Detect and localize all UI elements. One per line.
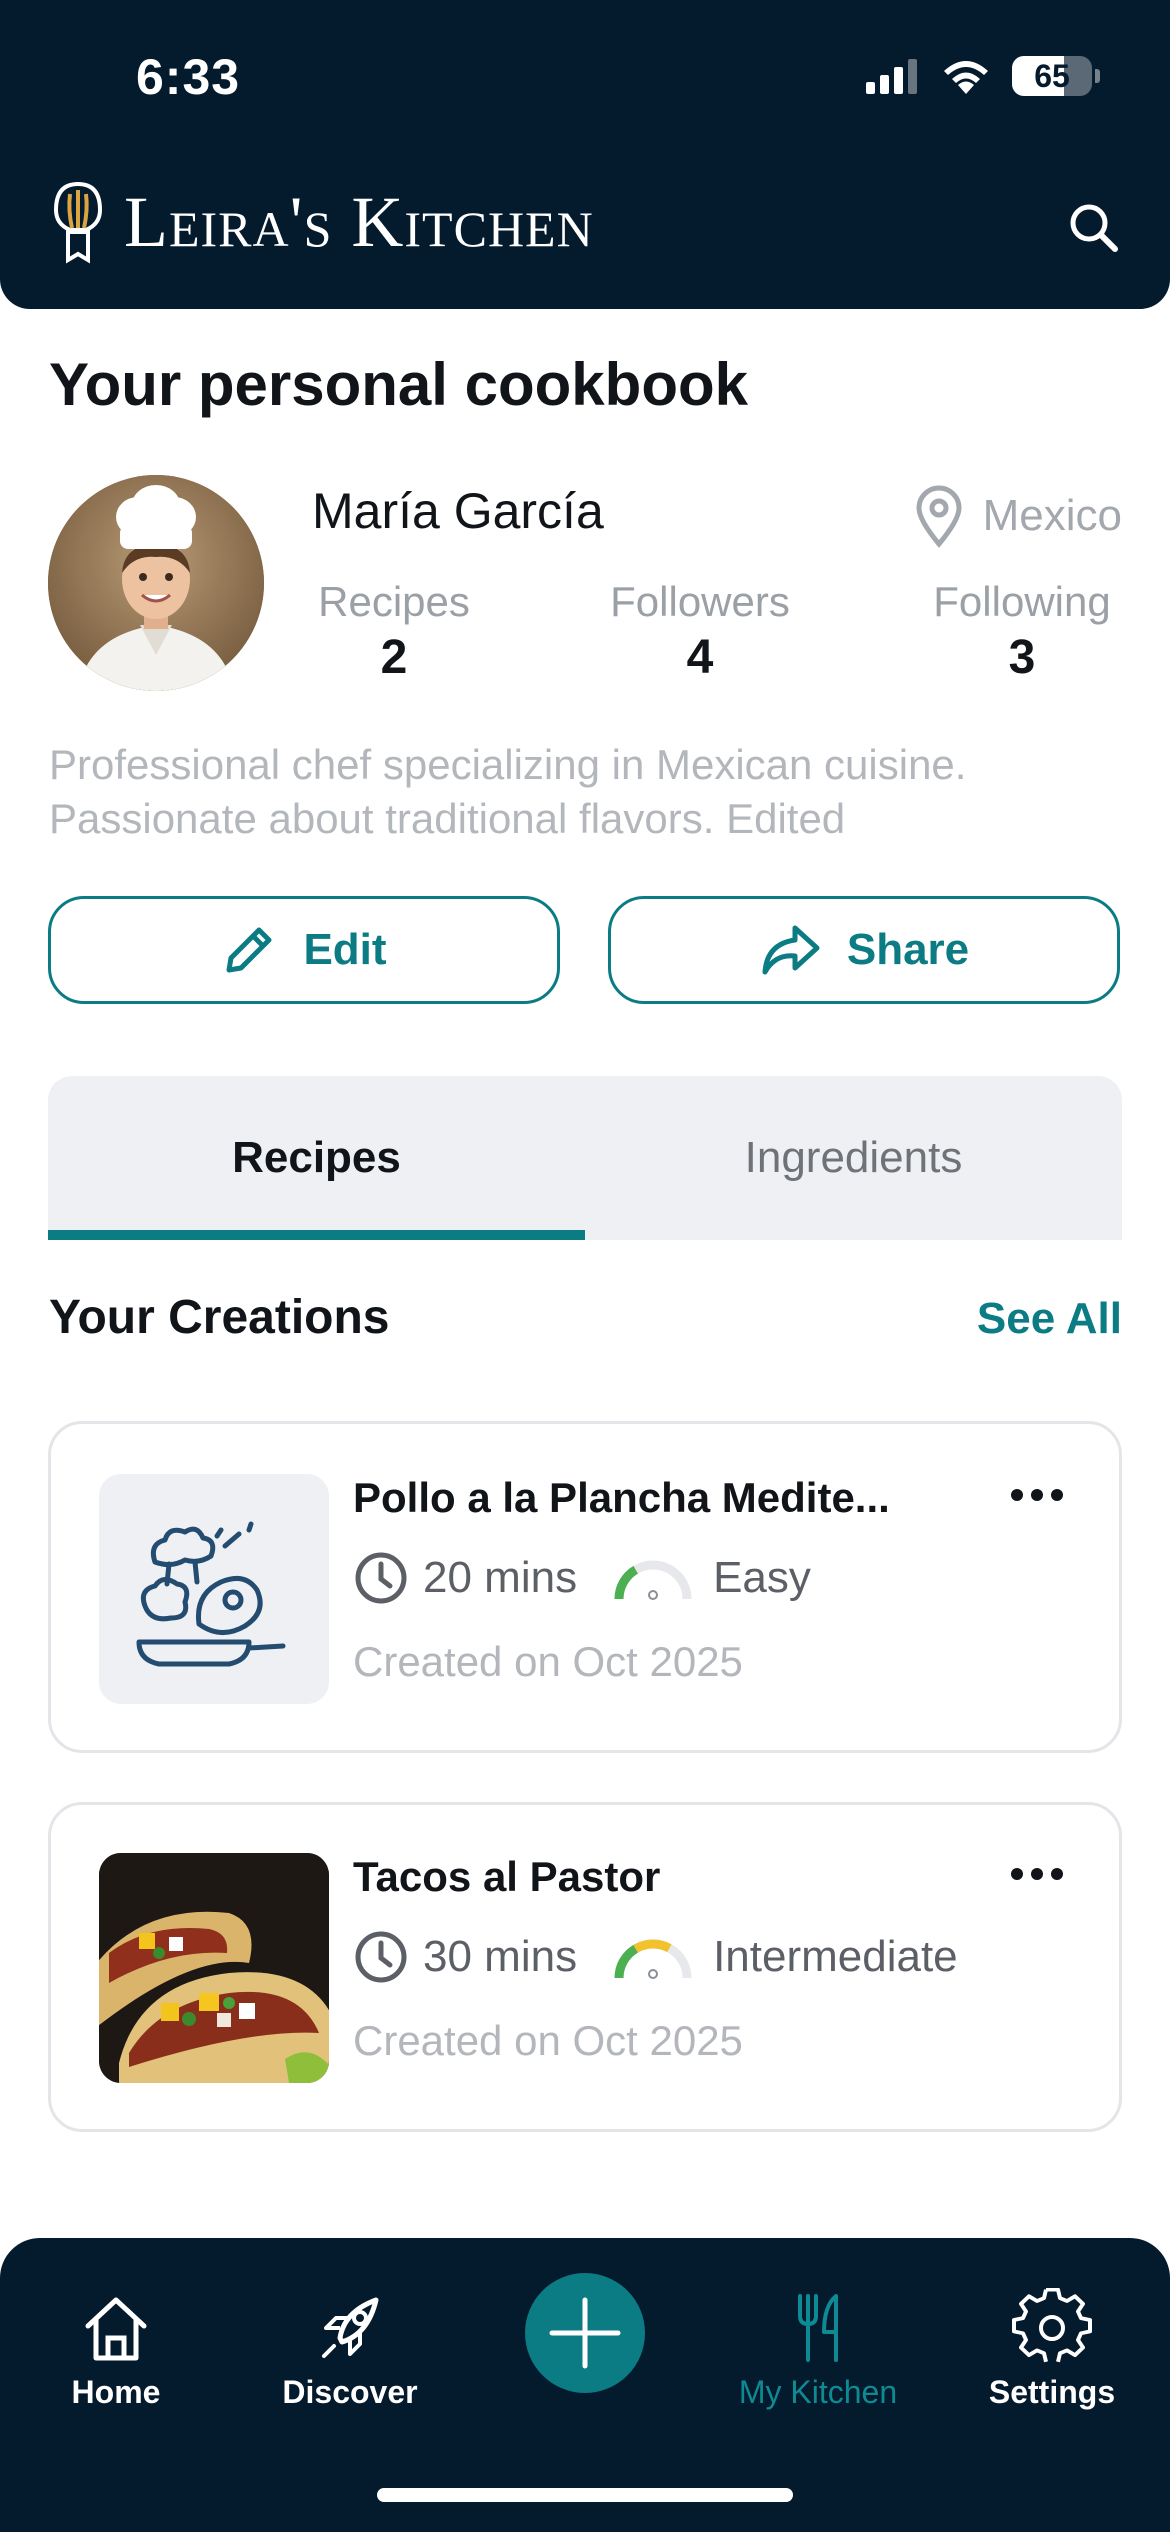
clock-icon: [355, 1931, 407, 1983]
nav-label: Home: [71, 2374, 161, 2410]
cooking-placeholder-icon: [136, 1521, 286, 1667]
stat-label: Recipes: [318, 578, 470, 625]
location-pin-icon: [916, 485, 962, 548]
app-title: Leira's Kitchen: [124, 182, 594, 262]
recipe-card[interactable]: Tacos al Pastor 30 mins Intermediate Cre…: [48, 1802, 1122, 2132]
gear-icon: [1012, 2288, 1092, 2363]
page-title: Your personal cookbook: [49, 351, 748, 418]
difficulty-gauge-icon: [614, 1560, 692, 1600]
battery-indicator: 65: [1012, 56, 1092, 96]
nav-discover[interactable]: Discover: [250, 2288, 450, 2411]
pencil-icon: [226, 927, 272, 973]
recipe-title: Pollo a la Plancha Medite...: [353, 1474, 890, 1521]
share-label: Share: [846, 925, 970, 974]
stat-followers[interactable]: Followers 4: [590, 578, 810, 685]
recipe-thumbnail-placeholder: [99, 1474, 329, 1704]
brand: Leira's Kitchen: [46, 180, 594, 264]
search-icon[interactable]: [1066, 200, 1120, 254]
recipe-title: Tacos al Pastor: [353, 1853, 661, 1900]
tab-active-indicator: [48, 1230, 585, 1240]
recipe-meta: 20 mins Easy: [353, 1550, 811, 1606]
section-title: Your Creations: [49, 1291, 390, 1344]
recipe-difficulty: Intermediate: [713, 1932, 958, 1981]
share-arrow-icon: [762, 925, 820, 975]
profile-tabs: Recipes Ingredients: [48, 1076, 1122, 1240]
recipe-thumbnail-image: [99, 1853, 329, 2083]
nav-home[interactable]: Home: [16, 2288, 216, 2411]
nav-settings[interactable]: Settings: [952, 2288, 1152, 2411]
more-options-icon[interactable]: [1007, 1859, 1067, 1889]
location-text: Mexico: [982, 491, 1122, 540]
recipe-created-date: Created on Oct 2025: [353, 2017, 743, 2064]
add-recipe-button[interactable]: [525, 2273, 645, 2393]
stat-value: 3: [1008, 631, 1036, 684]
edit-profile-button[interactable]: Edit: [48, 896, 560, 1004]
see-all-link[interactable]: See All: [977, 1294, 1122, 1344]
stat-following[interactable]: Following 3: [912, 578, 1132, 685]
avatar: [48, 475, 264, 691]
fork-knife-icon: [798, 2294, 838, 2362]
profile-bio: Professional chef specializing in Mexica…: [49, 741, 967, 842]
nav-label: Discover: [282, 2374, 418, 2410]
status-icons: 65: [864, 56, 1100, 96]
clock-icon: [355, 1552, 407, 1604]
recipe-time: 30 mins: [423, 1932, 578, 1981]
recipe-created-date: Created on Oct 2025: [353, 1638, 743, 1685]
recipe-meta: 30 mins Intermediate: [353, 1929, 958, 1985]
nav-my-kitchen[interactable]: My Kitchen: [718, 2288, 918, 2411]
recipe-card[interactable]: Pollo a la Plancha Medite... 20 mins Eas…: [48, 1421, 1122, 1753]
home-icon: [85, 2297, 147, 2361]
profile-name: María García: [312, 483, 604, 539]
stat-value: 4: [686, 631, 714, 684]
edit-label: Edit: [303, 925, 387, 974]
nav-label: My Kitchen: [738, 2374, 898, 2410]
plus-icon: [549, 2297, 621, 2369]
share-profile-button[interactable]: Share: [608, 896, 1120, 1004]
difficulty-gauge-icon: [614, 1939, 692, 1979]
app-header: 6:33 65 Leira's Kitchen: [0, 0, 1170, 309]
stat-label: Following: [933, 578, 1111, 625]
tacos-photo: [99, 1853, 329, 2083]
nav-label: Settings: [988, 2374, 1116, 2410]
wifi-icon: [944, 61, 988, 94]
stat-label: Followers: [610, 578, 790, 625]
profile-location: Mexico: [911, 484, 1122, 548]
recipe-difficulty: Easy: [713, 1553, 811, 1602]
whisk-logo-icon: [53, 181, 103, 264]
status-time: 6:33: [136, 49, 241, 105]
tab-label: Ingredients: [744, 1133, 963, 1182]
more-options-icon[interactable]: [1007, 1480, 1067, 1510]
home-indicator: [377, 2488, 793, 2502]
tab-recipes[interactable]: Recipes: [48, 1076, 585, 1240]
rocket-icon: [322, 2297, 379, 2358]
recipe-time: 20 mins: [423, 1553, 578, 1602]
battery-level: 65: [1034, 57, 1070, 94]
stat-recipes[interactable]: Recipes 2: [284, 578, 504, 685]
tab-label: Recipes: [232, 1133, 401, 1182]
tab-ingredients[interactable]: Ingredients: [585, 1076, 1122, 1240]
stat-value: 2: [380, 631, 408, 684]
signal-icon: [866, 59, 917, 94]
